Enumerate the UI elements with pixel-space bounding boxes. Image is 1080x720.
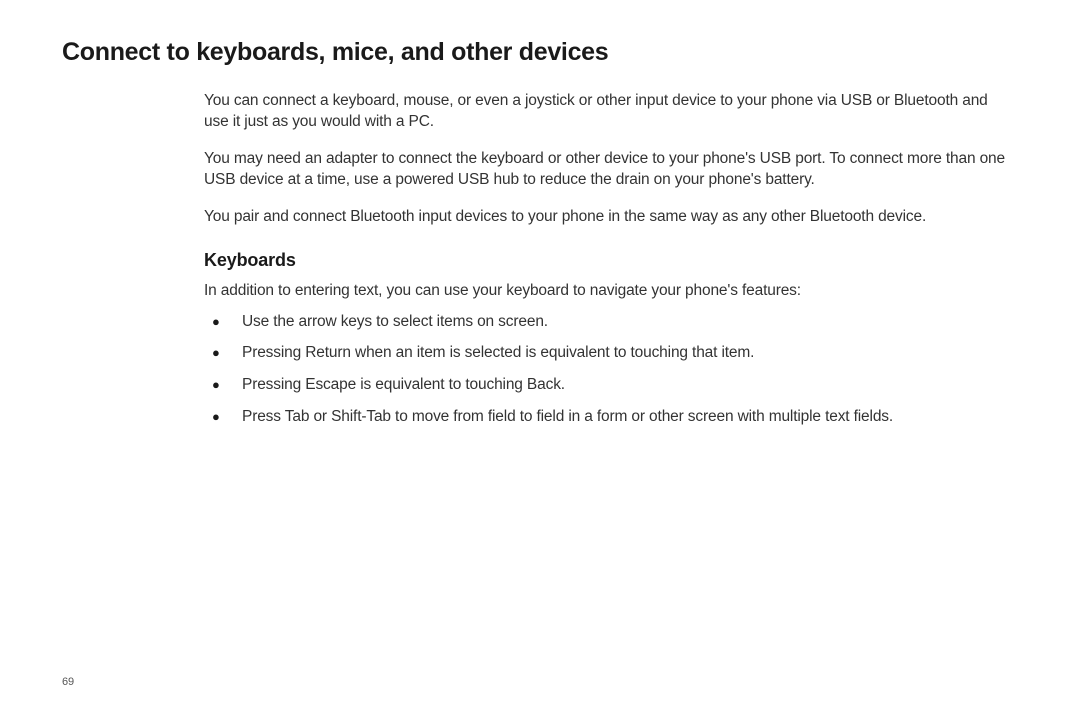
intro-paragraph-3: You pair and connect Bluetooth input dev… [204, 207, 1010, 228]
body-content: You can connect a keyboard, mouse, or ev… [204, 91, 1010, 428]
keyboards-subheading: Keyboards [204, 250, 1010, 271]
page-heading: Connect to keyboards, mice, and other de… [62, 38, 1018, 67]
intro-paragraph-2: You may need an adapter to connect the k… [204, 149, 1010, 191]
list-item: Pressing Return when an item is selected… [204, 343, 1010, 364]
keyboards-lead: In addition to entering text, you can us… [204, 281, 1010, 302]
intro-paragraph-1: You can connect a keyboard, mouse, or ev… [204, 91, 1010, 133]
keyboards-bullet-list: Use the arrow keys to select items on sc… [204, 312, 1010, 429]
list-item: Press Tab or Shift-Tab to move from fiel… [204, 407, 1010, 428]
list-item: Pressing Escape is equivalent to touchin… [204, 375, 1010, 396]
list-item: Use the arrow keys to select items on sc… [204, 312, 1010, 333]
page-number: 69 [62, 676, 74, 688]
